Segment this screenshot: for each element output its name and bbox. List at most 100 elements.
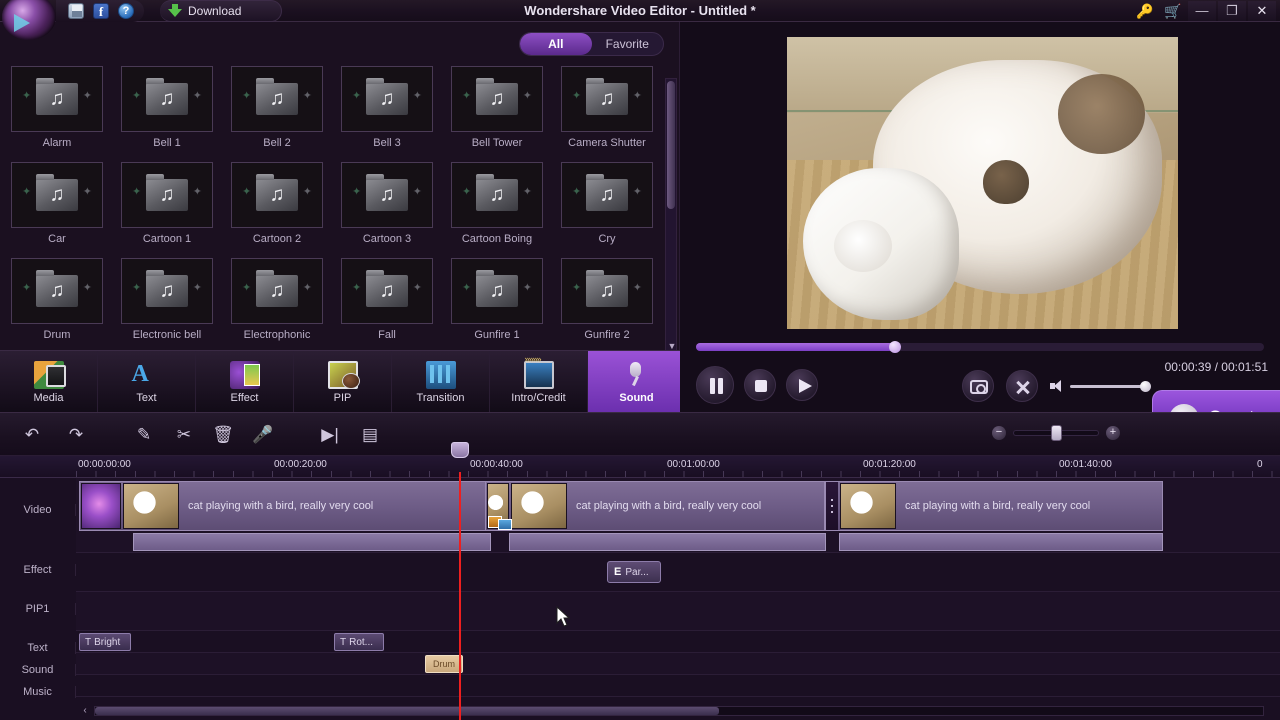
pause-button[interactable]	[696, 366, 734, 404]
library-item[interactable]: ✦ ♫ ✦ Electrophonic	[222, 258, 332, 354]
playhead[interactable]	[459, 472, 461, 720]
save-icon[interactable]	[68, 3, 84, 19]
snapshot-button[interactable]	[962, 370, 994, 402]
ruler-label-2: 00:00:40:00	[470, 459, 523, 470]
undo-button[interactable]: ↶	[20, 423, 44, 447]
tab-effect[interactable]: Effect	[196, 351, 294, 413]
library-item-label: Car	[48, 233, 66, 245]
effect-icon	[229, 360, 260, 389]
zoom-slider[interactable]	[1014, 425, 1098, 441]
music-note-icon: ✦ ♫ ✦	[121, 162, 213, 228]
video-clip-2-audio-strip[interactable]	[509, 533, 826, 551]
preview-progress-knob[interactable]	[889, 341, 901, 353]
download-button[interactable]: Download	[160, 0, 282, 22]
facebook-icon[interactable]: f	[93, 3, 109, 19]
tab-intro-credit[interactable]: Intro/Credit	[490, 351, 588, 413]
library-item[interactable]: ✦ ♫ ✦ Electronic bell	[112, 258, 222, 354]
delete-button[interactable]: 🗑	[211, 423, 235, 447]
library-item[interactable]: ✦ ♫ ✦ Cry	[552, 162, 662, 258]
track-sound[interactable]: Drum	[76, 653, 1280, 675]
library-item-label: Cartoon 1	[142, 233, 192, 245]
video-clip-3[interactable]: cat playing with a bird, really very coo…	[825, 481, 1163, 531]
split-button[interactable]: ✂	[172, 423, 196, 447]
music-note-icon: ✦ ♫ ✦	[11, 66, 103, 132]
edit-button[interactable]: ✎	[132, 423, 156, 447]
library-item[interactable]: ✦ ♫ ✦ Alarm	[2, 66, 112, 162]
track-effect[interactable]: E Par...	[76, 553, 1280, 592]
tab-transition[interactable]: Transition	[392, 351, 490, 413]
voiceover-button[interactable]: 🎤	[251, 423, 275, 447]
speaker-icon[interactable]	[1050, 379, 1064, 393]
tab-favorite[interactable]: Favorite	[592, 33, 664, 55]
music-note-icon: ✦ ♫ ✦	[231, 66, 323, 132]
scroll-left-icon[interactable]: ‹	[78, 704, 92, 718]
library-scrollbar-thumb[interactable]	[667, 81, 675, 209]
tab-all[interactable]: All	[520, 33, 592, 55]
library-scrollbar[interactable]: ▲ ▼	[665, 78, 677, 354]
cart-icon[interactable]: 🛒	[1160, 0, 1186, 22]
ruler-label-0: 00:00:00:00	[78, 459, 131, 470]
track-video[interactable]: cat playing with a bird, really very coo…	[76, 478, 1280, 553]
stop-button[interactable]	[744, 369, 776, 401]
video-clip-3-audio-strip[interactable]	[839, 533, 1163, 551]
library-item[interactable]: ✦ ♫ ✦ Fall	[332, 258, 442, 354]
effect-clip-1[interactable]: E Par...	[607, 561, 661, 583]
fast-preview-button[interactable]: ▶|	[318, 423, 342, 447]
maximize-button[interactable]: ❐	[1218, 1, 1246, 21]
zoom-out-button[interactable]: −	[992, 426, 1006, 440]
library-item[interactable]: ✦ ♫ ✦ Bell Tower	[442, 66, 552, 162]
tab-text[interactable]: A Text	[98, 351, 196, 413]
volume-slider-knob[interactable]	[1140, 380, 1151, 392]
capture-button[interactable]: ▤	[358, 423, 382, 447]
tab-sound[interactable]: Sound	[588, 351, 686, 413]
text-clip-2[interactable]: T Rot...	[334, 633, 384, 651]
sound-clip-1[interactable]: Drum	[425, 655, 463, 673]
video-clip-1[interactable]: cat playing with a bird, really very coo…	[79, 481, 491, 531]
track-pip1[interactable]	[76, 592, 1280, 631]
text-clip-1[interactable]: T Bright	[79, 633, 131, 651]
tab-pip[interactable]: PIP	[294, 351, 392, 413]
preview-video[interactable]	[787, 37, 1178, 329]
track-header-video: Video	[0, 504, 76, 516]
fullscreen-button[interactable]	[1006, 370, 1038, 402]
effect-glyph-icon: E	[614, 566, 622, 578]
ruler-label-1: 00:00:20:00	[274, 459, 327, 470]
library-item[interactable]: ✦ ♫ ✦ Cartoon 1	[112, 162, 222, 258]
track-music[interactable]	[76, 675, 1280, 697]
preview-progress-bar[interactable]	[696, 341, 1264, 353]
zoom-in-button[interactable]: +	[1106, 426, 1120, 440]
timeline-horizontal-scrollbar[interactable]: ‹	[76, 704, 1272, 718]
library-item[interactable]: ✦ ♫ ✦ Bell 3	[332, 66, 442, 162]
track-text[interactable]: T Bright T Rot...	[76, 631, 1280, 653]
library-item[interactable]: ✦ ♫ ✦ Cartoon Boing	[442, 162, 552, 258]
library-item[interactable]: ✦ ♫ ✦ Camera Shutter	[552, 66, 662, 162]
tab-media[interactable]: Media	[0, 351, 98, 413]
library-item[interactable]: ✦ ♫ ✦ Gunfire 2	[552, 258, 662, 354]
playhead-grip[interactable]	[451, 442, 469, 458]
help-icon[interactable]: ?	[118, 3, 134, 19]
library-item[interactable]: ✦ ♫ ✦ Cartoon 3	[332, 162, 442, 258]
library-item-label: Electrophonic	[243, 329, 311, 341]
clip-trim-handle-left[interactable]	[826, 482, 838, 530]
library-item[interactable]: ✦ ♫ ✦ Bell 2	[222, 66, 332, 162]
timeline-scroll-thumb[interactable]	[95, 707, 719, 715]
play-button[interactable]	[786, 369, 818, 401]
library-item[interactable]: ✦ ♫ ✦ Bell 1	[112, 66, 222, 162]
close-button[interactable]: ✕	[1248, 1, 1276, 21]
key-icon[interactable]: 🔑	[1132, 0, 1158, 22]
timeline-ruler[interactable]: 00:00:00:00 00:00:20:00 00:00:40:00 00:0…	[0, 456, 1280, 478]
music-note-icon: ✦ ♫ ✦	[11, 162, 103, 228]
library-item[interactable]: ✦ ♫ ✦ Drum	[2, 258, 112, 354]
minimize-button[interactable]: —	[1188, 1, 1216, 21]
zoom-slider-knob[interactable]	[1051, 425, 1062, 441]
library-item[interactable]: ✦ ♫ ✦ Cartoon 2	[222, 162, 332, 258]
volume-control[interactable]	[1050, 379, 1151, 393]
timeline-scroll-track[interactable]	[94, 706, 1264, 716]
library-item[interactable]: ✦ ♫ ✦ Car	[2, 162, 112, 258]
clip-thumbnail	[840, 483, 896, 529]
video-clip-2[interactable]: cat playing with a bird, really very coo…	[485, 481, 825, 531]
video-clip-1-audio-strip[interactable]	[133, 533, 491, 551]
library-item[interactable]: ✦ ♫ ✦ Gunfire 1	[442, 258, 552, 354]
redo-button[interactable]: ↷	[64, 423, 88, 447]
volume-slider[interactable]	[1070, 380, 1151, 392]
